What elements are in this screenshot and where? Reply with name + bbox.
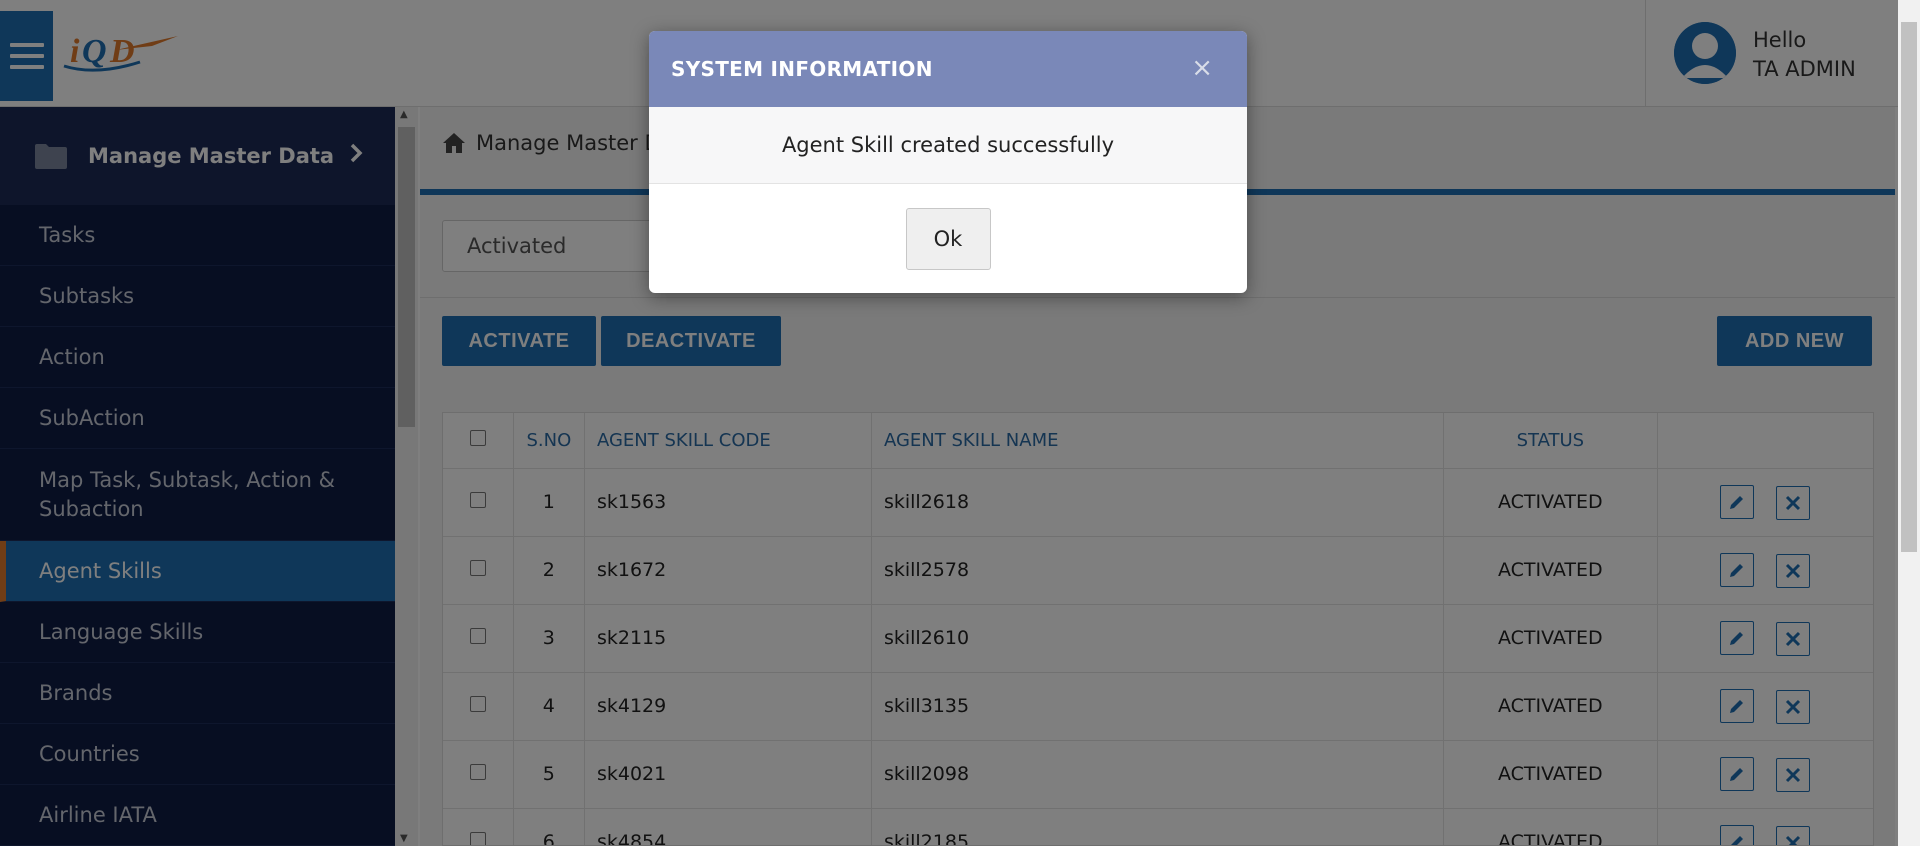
dialog-footer: Ok xyxy=(649,184,1247,293)
dialog-title: SYSTEM INFORMATION xyxy=(671,57,933,81)
close-icon[interactable]: × xyxy=(1191,53,1213,83)
dialog-header: SYSTEM INFORMATION × xyxy=(649,31,1247,107)
page-scrollbar[interactable] xyxy=(1898,0,1920,846)
page-scroll-thumb[interactable] xyxy=(1901,22,1917,552)
ok-button[interactable]: Ok xyxy=(905,207,991,270)
dialog-message: Agent Skill created successfully xyxy=(649,107,1247,184)
system-information-dialog: SYSTEM INFORMATION × Agent Skill created… xyxy=(649,31,1247,293)
